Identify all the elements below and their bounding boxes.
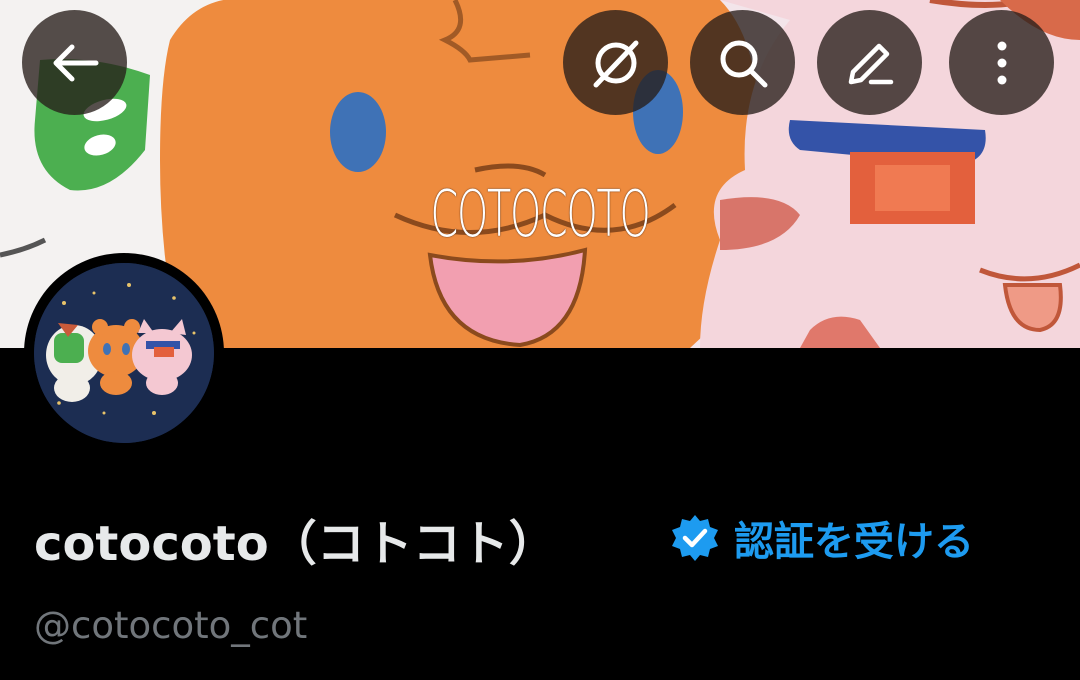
search-icon bbox=[720, 40, 767, 87]
pencil-icon bbox=[848, 43, 893, 84]
more-vertical-icon bbox=[997, 41, 1006, 84]
verified-badge-icon bbox=[672, 515, 718, 561]
back-arrow-icon bbox=[53, 44, 98, 81]
avatar[interactable] bbox=[34, 263, 214, 443]
edit-button[interactable] bbox=[817, 10, 922, 115]
no-sync-button[interactable] bbox=[563, 10, 668, 115]
user-handle: @cotocoto_cot bbox=[34, 604, 308, 647]
display-name: cotocoto（コトコト） bbox=[34, 516, 557, 572]
profile-name-row: cotocoto（コトコト） bbox=[34, 504, 557, 574]
get-verified-link[interactable]: 認証を受ける bbox=[670, 508, 974, 568]
get-verified-label: 認証を受ける bbox=[734, 519, 974, 565]
search-button[interactable] bbox=[690, 10, 795, 115]
no-sync-icon bbox=[593, 40, 638, 87]
back-button[interactable] bbox=[22, 10, 127, 115]
avatar-illustration bbox=[34, 263, 214, 443]
more-button[interactable] bbox=[949, 10, 1054, 115]
banner-title: COTOCOTO bbox=[430, 178, 651, 252]
